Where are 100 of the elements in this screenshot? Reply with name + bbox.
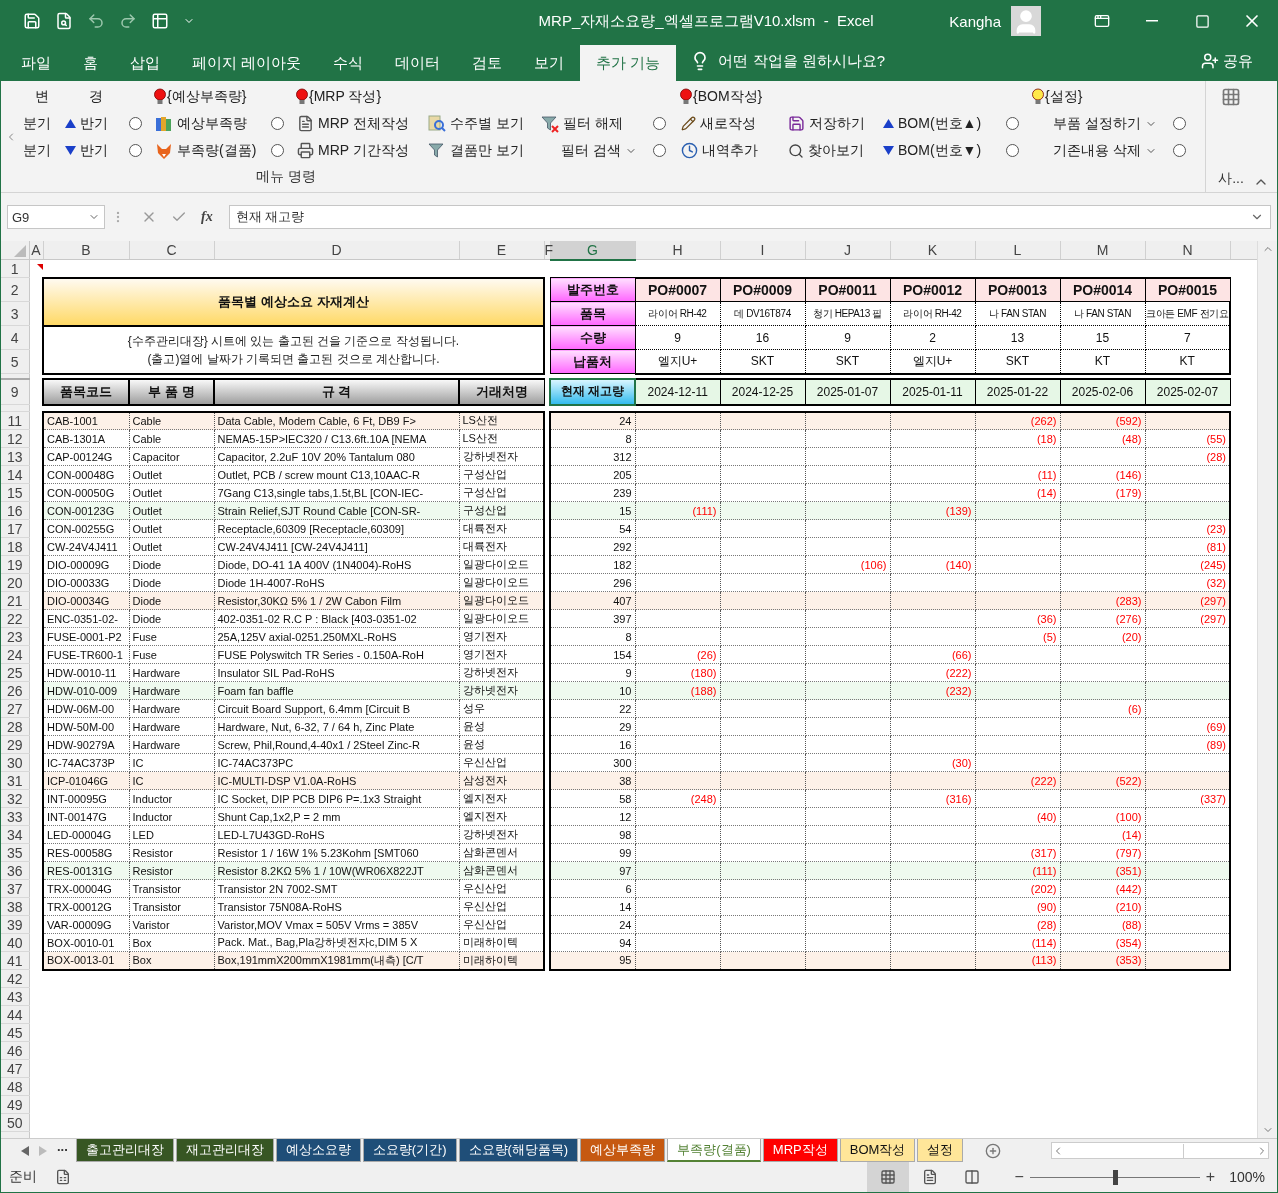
table-cell: 9	[635, 325, 720, 350]
ribbon-button[interactable]: 부족량(결품)	[153, 141, 259, 160]
selected-cell[interactable]: 현재 재고량	[550, 378, 635, 405]
radio-button[interactable]	[1006, 117, 1019, 130]
table-cell: 나 FAN STAN	[975, 301, 1060, 326]
lightbulb-icon	[1031, 87, 1045, 106]
minimize-icon	[1146, 20, 1158, 22]
ribbon-button[interactable]: BOM(번호▼)	[881, 141, 984, 160]
column-header[interactable]: H	[635, 241, 720, 260]
ribbon-button[interactable]: BOM(번호▲)	[881, 114, 984, 133]
table-cell: 24	[550, 411, 635, 430]
zoom-in-button[interactable]: +	[1199, 1168, 1222, 1186]
ribbon-dropdown[interactable]: 필터 검색	[559, 141, 639, 160]
po-number: PO#0009	[720, 277, 805, 302]
menu-tab[interactable]: 검토	[456, 45, 519, 81]
sheet-tab[interactable]: 예상소요량	[275, 1139, 361, 1162]
column-header[interactable]: K	[890, 241, 975, 260]
column-header[interactable]: D	[214, 241, 459, 260]
column-header[interactable]: C	[129, 241, 214, 260]
column-header[interactable]: E	[459, 241, 544, 260]
menu-tab[interactable]: 수식	[317, 45, 380, 81]
view-button[interactable]	[866, 1162, 909, 1192]
ribbon-button[interactable]: 분기	[21, 114, 53, 133]
menu-tab[interactable]: 페이지 레이아웃	[176, 45, 318, 81]
save-icon[interactable]	[23, 12, 41, 30]
sheet-tab[interactable]: MRP작성	[762, 1139, 838, 1162]
lightbulb-icon	[679, 87, 693, 106]
date-cell: 2025-02-07	[1145, 378, 1230, 405]
menu-tab[interactable]: 데이터	[379, 45, 457, 81]
tell-me-field[interactable]: 어떤 작업을 원하시나요?	[718, 51, 886, 71]
radio-button[interactable]	[1173, 144, 1186, 157]
ribbon-button[interactable]: 찾아보기	[786, 141, 866, 160]
undo-icon[interactable]	[87, 12, 105, 30]
ribbon-dropdown[interactable]: 기존내용 삭제	[1051, 141, 1159, 160]
ribbon-button[interactable]: 반기	[63, 114, 110, 133]
column-header[interactable]: J	[805, 241, 890, 260]
menu-tab[interactable]: 삽입	[114, 45, 176, 81]
ribbon-button[interactable]: 내역추가	[679, 141, 760, 160]
table-cell: 크아든 EMF 전기요	[1145, 301, 1230, 326]
grid-icon[interactable]	[1221, 87, 1241, 107]
radio-button[interactable]	[1173, 117, 1186, 130]
ribbon-button[interactable]: 분기	[21, 141, 53, 160]
sheet-tab[interactable]: 소요량(해당품목)	[458, 1139, 579, 1162]
table-cell: 나 FAN STAN	[1060, 301, 1145, 326]
ribbon-button[interactable]: 수주별 보기	[426, 114, 526, 133]
share-button[interactable]: 공유	[1195, 41, 1259, 81]
row-header[interactable]: 3	[1, 301, 29, 326]
column-header[interactable]: L	[975, 241, 1060, 260]
sheet-tab[interactable]: 설정	[917, 1139, 964, 1162]
table-cell: (262)	[975, 411, 1060, 430]
ribbon-button[interactable]: 반기	[63, 141, 110, 160]
table-cell: 라이어 RH-42	[890, 301, 975, 326]
print-preview-icon[interactable]	[55, 12, 73, 30]
name-box[interactable]: G9	[7, 205, 105, 229]
previous-sheet-icon[interactable]	[21, 1145, 29, 1156]
menu-tab[interactable]: 파일	[5, 45, 67, 81]
more-sheets-button[interactable]: ...	[57, 1139, 68, 1162]
formula-field[interactable]: 현재 재고량	[228, 205, 1271, 229]
ribbon-button[interactable]: 필터 해제	[539, 114, 625, 133]
sheet-tab[interactable]: 출고관리대장	[75, 1139, 174, 1162]
menu-tab[interactable]: 홈	[67, 45, 114, 81]
column-header[interactable]: M	[1060, 241, 1145, 260]
row-header[interactable]: 2	[1, 277, 29, 302]
radio-button[interactable]	[129, 144, 142, 157]
radio-button[interactable]	[653, 144, 666, 157]
sheet-tab[interactable]: 예상부족량	[580, 1139, 666, 1162]
radio-button[interactable]	[129, 117, 142, 130]
sheet-tab[interactable]: 재고관리대장	[175, 1139, 274, 1162]
ribbon-button[interactable]: 새로작성	[679, 114, 758, 133]
column-header[interactable]: B	[43, 241, 129, 260]
zoom-out-button[interactable]: −	[1008, 1168, 1030, 1186]
zoom-level: 100%	[1229, 1169, 1265, 1185]
ribbon-button[interactable]: 저장하기	[786, 114, 867, 133]
ribbon-button[interactable]: 예상부족량	[153, 114, 249, 133]
sheet-tab[interactable]: 부족량(결품)	[667, 1139, 761, 1162]
radio-button[interactable]	[271, 117, 284, 130]
radio-button[interactable]	[1006, 144, 1019, 157]
ribbon-button[interactable]: MRP 기간작성	[295, 141, 411, 160]
add-sheet-icon[interactable]	[985, 1142, 1002, 1159]
slider-thumb[interactable]	[1112, 1169, 1118, 1185]
sheet-tab[interactable]: BOM작성	[839, 1139, 916, 1162]
ribbon-button[interactable]: MRP 전체작성	[295, 114, 411, 133]
status-text: 준비	[9, 1168, 37, 1186]
column-header[interactable]: N	[1145, 241, 1230, 260]
ribbon-dropdown[interactable]: 부품 설정하기	[1051, 114, 1159, 133]
column-header[interactable]: I	[720, 241, 805, 260]
insert-function-button[interactable]: fx	[201, 209, 213, 225]
table-cell: SKT	[720, 349, 805, 374]
ribbon-button[interactable]: 결품만 보기	[426, 141, 526, 160]
row-header[interactable]: 9	[1, 378, 29, 405]
ribbon-label: {BOM작성}	[693, 87, 763, 106]
menu-tab[interactable]: 보기	[518, 45, 581, 81]
sheet-tab[interactable]: 소요량(기간)	[362, 1139, 457, 1162]
menu-tab[interactable]: 추가 기능	[580, 45, 677, 81]
row-header[interactable]: 5	[1, 349, 29, 374]
column-heading: 부 품 명	[129, 378, 214, 405]
redo-icon[interactable]	[119, 12, 137, 30]
row-header[interactable]: 4	[1, 325, 29, 350]
radio-button[interactable]	[271, 144, 284, 157]
radio-button[interactable]	[653, 117, 666, 130]
